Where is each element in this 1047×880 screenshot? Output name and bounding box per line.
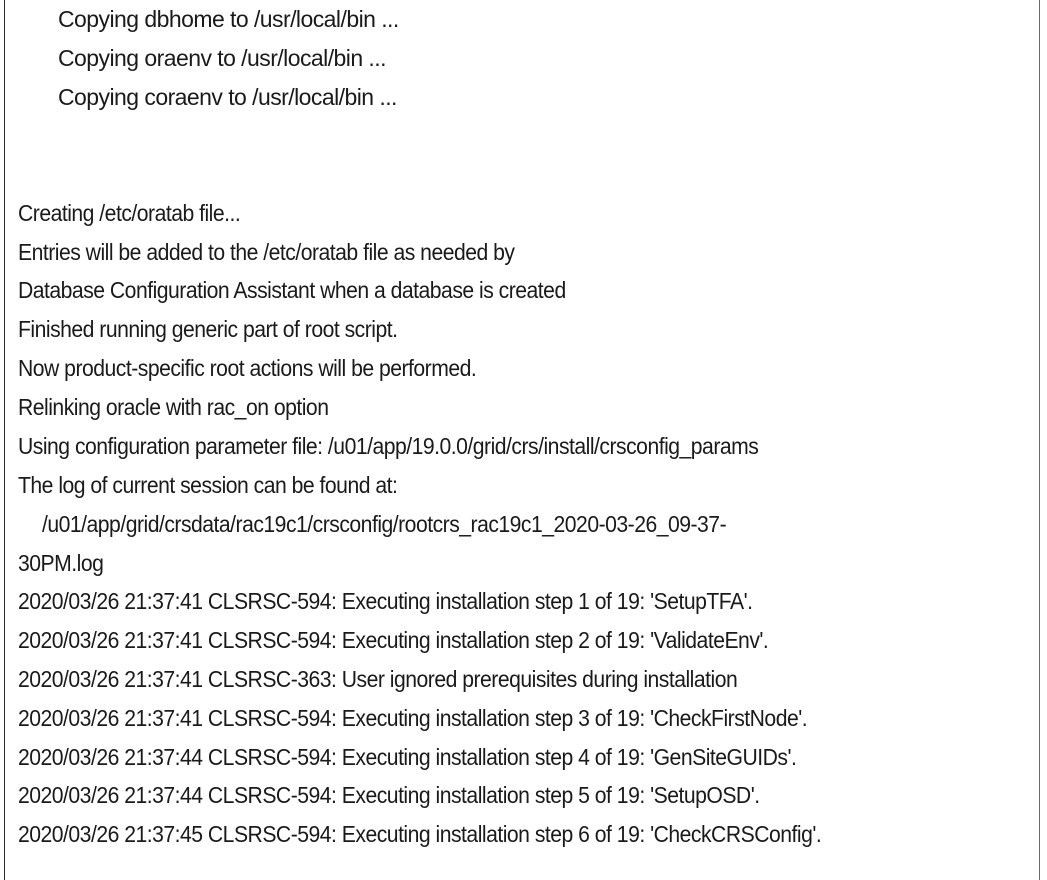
- log-line-step-5: 2020/03/26 21:37:44 CLSRSC-594: Executin…: [18, 782, 760, 808]
- log-line-step-2: 2020/03/26 21:37:41 CLSRSC-594: Executin…: [18, 627, 769, 653]
- log-line-copy-coraenv: Copying coraenv to /usr/local/bin ...: [58, 84, 397, 110]
- log-line-finished-generic: Finished running generic part of root sc…: [18, 316, 398, 342]
- log-line-config-param-file: Using configuration parameter file: /u01…: [18, 433, 759, 459]
- log-line-relinking: Relinking oracle with rac_on option: [18, 394, 329, 420]
- log-line-prereq-ignored: 2020/03/26 21:37:41 CLSRSC-363: User ign…: [18, 666, 738, 692]
- log-line-entries-added: Entries will be added to the /etc/oratab…: [18, 239, 515, 265]
- log-line-copy-dbhome: Copying dbhome to /usr/local/bin ...: [58, 6, 399, 32]
- log-line-product-specific: Now product-specific root actions will b…: [18, 355, 477, 381]
- log-line-step-4: 2020/03/26 21:37:44 CLSRSC-594: Executin…: [18, 744, 797, 770]
- log-line-step-3: 2020/03/26 21:37:41 CLSRSC-594: Executin…: [18, 705, 808, 731]
- log-line-step-1: 2020/03/26 21:37:41 CLSRSC-594: Executin…: [18, 588, 753, 614]
- log-line-dbca: Database Configuration Assistant when a …: [18, 277, 566, 303]
- log-line-log-path-cont: 30PM.log: [18, 550, 104, 576]
- log-line-step-6: 2020/03/26 21:37:45 CLSRSC-594: Executin…: [18, 821, 822, 847]
- log-line-log-path: /u01/app/grid/crsdata/rac19c1/crsconfig/…: [42, 511, 727, 537]
- log-line-creating-oratab: Creating /etc/oratab file...: [18, 200, 241, 226]
- log-line-copy-oraenv: Copying oraenv to /usr/local/bin ...: [58, 45, 387, 71]
- log-line-session-log: The log of current session can be found …: [18, 472, 398, 498]
